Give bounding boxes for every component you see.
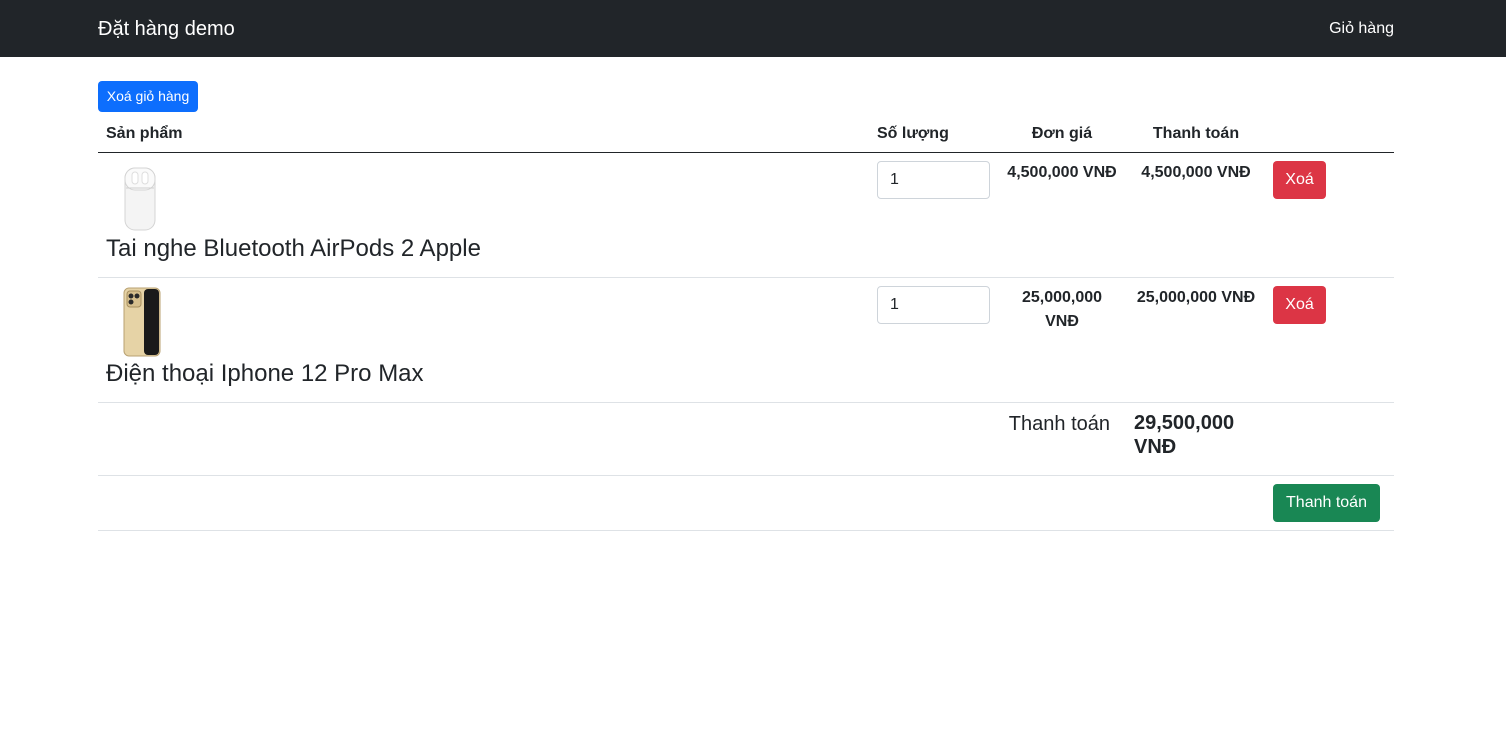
navbar: Đặt hàng demo Giỏ hàng [0, 0, 1506, 57]
summary-total: 29,500,000 VNĐ [1134, 412, 1235, 458]
quantity-input[interactable] [877, 286, 990, 324]
header-product: Sản phẩm [106, 125, 183, 142]
summary-label: Thanh toán [1008, 413, 1110, 435]
line-total: 25,000,000 VNĐ [1136, 289, 1256, 306]
row-divider [98, 277, 1394, 278]
airpods-image [122, 164, 158, 237]
header-payment: Thanh toán [1152, 125, 1240, 142]
delete-item-button[interactable]: Xoá [1273, 161, 1326, 199]
delete-item-button[interactable]: Xoá [1273, 286, 1326, 324]
row-divider [98, 402, 1394, 403]
clear-cart-button[interactable]: Xoá giỏ hàng [98, 81, 198, 112]
header-quantity: Số lượng [877, 125, 949, 142]
product-name[interactable]: Điện thoại Iphone 12 Pro Max [106, 360, 424, 388]
summary-divider [98, 475, 1394, 476]
unit-price: 25,000,000 VNĐ [1021, 289, 1103, 330]
quantity-input[interactable] [877, 161, 990, 199]
header-unit-price: Đơn giá [1031, 125, 1093, 142]
product-name[interactable]: Tai nghe Bluetooth AirPods 2 Apple [106, 235, 481, 263]
checkout-divider [98, 530, 1394, 531]
iphone-image [123, 287, 161, 362]
checkout-button[interactable]: Thanh toán [1273, 484, 1380, 522]
navbar-brand[interactable]: Đặt hàng demo [98, 17, 235, 41]
unit-price: 4,500,000 VNĐ [1007, 164, 1117, 181]
nav-cart-link[interactable]: Giỏ hàng [1329, 19, 1394, 39]
line-total: 4,500,000 VNĐ [1141, 164, 1251, 181]
header-divider [98, 152, 1394, 153]
